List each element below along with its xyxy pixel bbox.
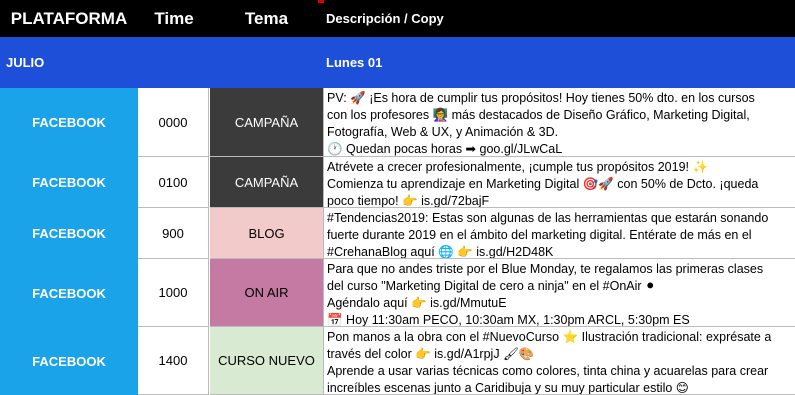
- description-line: 🕐 Quedan pocas horas ➡ goo.gl/JLwCaL: [327, 142, 563, 156]
- time-cell[interactable]: 0100: [138, 157, 209, 208]
- content-calendar-sheet: PLATAFORMA Time Tema Descripción / Copy …: [0, 0, 795, 395]
- tema-cell[interactable]: CURSO NUEVO: [210, 327, 323, 395]
- plataforma-cell[interactable]: FACEBOOK: [0, 208, 138, 259]
- tema-cell[interactable]: BLOG: [210, 208, 323, 259]
- month-row[interactable]: JULIO Lunes 01: [0, 37, 795, 88]
- description-cell[interactable]: PV: 🚀 ¡Es hora de cumplir tus propósitos…: [323, 88, 795, 157]
- description-line: #Tendencias2019: Estas son algunas de la…: [327, 211, 769, 225]
- time-cell[interactable]: 0000: [138, 88, 209, 157]
- table-row[interactable]: FACEBOOK 0000 CAMPAÑA PV: 🚀 ¡Es hora de …: [0, 88, 795, 157]
- description-cell[interactable]: Pon manos a la obra con el #NuevoCurso ⭐…: [323, 327, 795, 395]
- description-line: Atrévete a crecer profesionalmente, ¡cum…: [327, 160, 709, 174]
- plataforma-cell[interactable]: FACEBOOK: [0, 88, 138, 157]
- plataforma-cell[interactable]: FACEBOOK: [0, 259, 138, 327]
- tema-cell[interactable]: CAMPAÑA: [210, 157, 323, 208]
- tema-cell[interactable]: CAMPAÑA: [210, 88, 323, 157]
- description-line: PV: 🚀 ¡Es hora de cumplir tus propósitos…: [327, 91, 755, 105]
- description-line: Aprende a usar varias técnicas como colo…: [327, 364, 769, 378]
- description-line: poco tiempo! 👉 is.gd/72bajF: [327, 194, 490, 208]
- month-label: JULIO: [6, 55, 45, 70]
- description-line: del curso "Marketing Digital de cero a n…: [327, 279, 656, 293]
- description-cell[interactable]: Atrévete a crecer profesionalmente, ¡cum…: [323, 157, 795, 208]
- table-row[interactable]: FACEBOOK 0100 CAMPAÑA Atrévete a crecer …: [0, 157, 795, 208]
- description-line: 📅 Hoy 11:30am PECO, 10:30am MX, 1:30pm A…: [327, 313, 690, 327]
- description-line: #CrehanaBlog aquí 🌐 👉 is.gd/H2D48K: [327, 245, 554, 259]
- header-row: PLATAFORMA Time Tema Descripción / Copy: [0, 0, 795, 37]
- table-row[interactable]: FACEBOOK 1400 CURSO NUEVO Pon manos a la…: [0, 327, 795, 395]
- time-cell[interactable]: 900: [138, 208, 209, 259]
- header-time[interactable]: Time: [138, 0, 210, 37]
- header-plataforma[interactable]: PLATAFORMA: [0, 0, 138, 37]
- description-line: con los profesores 👩‍🏫 más destacados de…: [327, 108, 750, 122]
- header-descripcion[interactable]: Descripción / Copy: [326, 0, 786, 37]
- table-row[interactable]: FACEBOOK 900 BLOG #Tendencias2019: Estas…: [0, 208, 795, 259]
- description-line: Fotografía, Web & UX, y Animación & 3D.: [327, 125, 559, 139]
- time-cell[interactable]: 1400: [138, 327, 209, 395]
- table-row[interactable]: FACEBOOK 1000 ON AIR Para que no andes t…: [0, 259, 795, 327]
- plataforma-cell[interactable]: FACEBOOK: [0, 157, 138, 208]
- header-tema[interactable]: Tema: [210, 0, 323, 37]
- description-cell[interactable]: #Tendencias2019: Estas son algunas de la…: [323, 208, 795, 259]
- description-line: Comienza tu aprendizaje en Marketing Dig…: [327, 177, 759, 191]
- description-line: Pon manos a la obra con el #NuevoCurso ⭐…: [327, 330, 772, 344]
- plataforma-cell[interactable]: FACEBOOK: [0, 327, 138, 395]
- tema-cell[interactable]: ON AIR: [210, 259, 323, 327]
- description-line: través del color 👉 is.gd/A1rpjJ 🖌🎨: [327, 347, 535, 361]
- description-line: Agéndalo aquí 👉 is.gd/MmutuE: [327, 296, 507, 310]
- day-label: Lunes 01: [326, 55, 383, 70]
- description-line: fuerte durante 2019 en el ámbito del mar…: [327, 228, 752, 242]
- comment-indicator-icon: [318, 0, 324, 3]
- description-line: Para que no andes triste por el Blue Mon…: [327, 262, 764, 276]
- description-line: increíbles escenas junto a Caridibuja y …: [327, 381, 689, 395]
- description-cell[interactable]: Para que no andes triste por el Blue Mon…: [323, 259, 795, 327]
- time-cell[interactable]: 1000: [138, 259, 209, 327]
